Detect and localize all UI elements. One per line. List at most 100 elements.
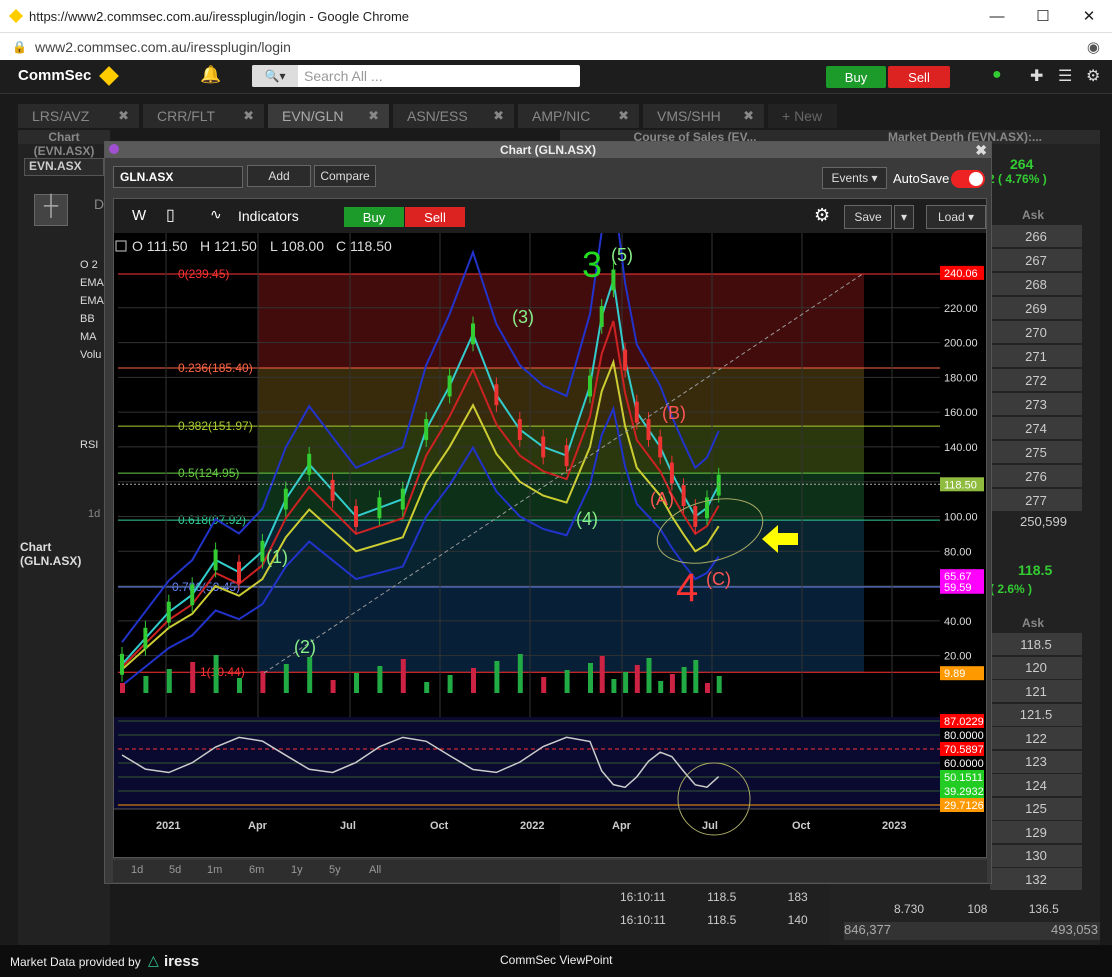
volume-bar [166,669,172,693]
price-chart[interactable]: 0(239.45) 0.236(185.40) 0.382(151.97) 0.5(1… [114,233,986,857]
gear-icon[interactable]: ⚙ [814,205,830,226]
search-icon[interactable]: 🔍▾ [252,65,298,87]
range-1m[interactable]: 1m [207,864,222,876]
lightbulb-icon[interactable]: ● [992,66,1002,84]
candle-body [541,436,546,458]
ask-price-cell[interactable]: 276 [990,465,1082,487]
symbol-input[interactable]: GLN.ASX [113,166,243,188]
eye-icon[interactable]: ◉ [1087,38,1100,56]
ask-price-cell[interactable]: 269 [990,297,1082,319]
ask-price-cell[interactable]: 270 [990,321,1082,343]
ask-price-cell[interactable]: 271 [990,345,1082,367]
close-window-icon[interactable]: ✖ [975,142,987,159]
range-1d[interactable]: 1d [88,508,100,520]
autosave-toggle[interactable] [951,170,985,188]
ask-price-cell[interactable]: 130 [990,844,1082,867]
buy-button[interactable]: Buy [826,66,886,88]
chart-area[interactable]: W ▯ ∿ Indicators Buy Sell ⚙ Save ▾ Load … [113,198,987,858]
candlestick-icon[interactable]: ▯ [166,205,175,225]
ask-price-cell[interactable]: 277 [990,489,1082,511]
ask-price-cell[interactable]: 118.5 [990,633,1082,655]
y-tick-label: 220.00 [944,303,978,315]
tab-new[interactable]: + New [768,104,838,128]
tab-vms-shh[interactable]: VMS/SHH ✖ [643,104,765,128]
ask-price-cell[interactable]: 120 [990,656,1082,679]
ask-price-cell[interactable]: 266 [990,225,1082,247]
range-5d[interactable]: 5d [169,864,181,876]
symbol-field[interactable]: EVN.ASX [24,158,104,176]
x-tick-label: Oct [430,820,449,832]
address-bar[interactable]: 🔒 www2.commsec.com.au/iressplugin/login … [0,32,1112,60]
ask-price-cell[interactable]: 121.5 [990,703,1082,726]
tab-evn-gln[interactable]: EVN/GLN ✖ [268,104,390,128]
url-text[interactable]: www2.commsec.com.au/iressplugin/login [35,39,291,55]
tab-lrs-avz[interactable]: LRS/AVZ ✖ [18,104,140,128]
candle-body [283,488,288,510]
sell-button[interactable]: Sell [888,66,950,88]
candle-body [400,488,405,510]
interval-selector[interactable]: W [132,207,146,224]
iress-brand: iress [164,953,200,970]
add-button[interactable]: Add [247,165,311,187]
bell-icon[interactable]: 🔔 [200,65,221,85]
candle-body [260,540,265,562]
ask-price-cell[interactable]: 274 [990,417,1082,439]
brand-logo[interactable]: CommSec [18,67,91,84]
tab-crr-flt[interactable]: CRR/FLT ✖ [143,104,265,128]
ask-price-cell[interactable]: 124 [990,774,1082,796]
tab-amp-nic[interactable]: AMP/NIC ✖ [518,104,640,128]
indicators-button[interactable]: Indicators [238,208,299,224]
ask-price-cell[interactable]: 268 [990,273,1082,295]
wave-label: (C) [706,569,731,589]
partial-label: D [94,196,105,212]
range-6m[interactable]: 6m [249,864,264,876]
minimize-icon[interactable]: — [974,0,1020,32]
volume-bar [634,665,640,693]
close-icon[interactable]: ✕ [1066,0,1112,32]
tab-asn-ess[interactable]: ASN/ESS ✖ [393,104,515,128]
volume-bar [705,683,710,693]
settings-icon[interactable]: ⚙ [1086,66,1100,86]
wave-label: 4 [676,566,698,610]
maximize-icon[interactable]: ☐ [1020,0,1066,32]
ask-price-cell[interactable]: 267 [990,249,1082,271]
ask-price-cell[interactable]: 125 [990,797,1082,820]
ask-price-cell[interactable]: 275 [990,441,1082,463]
compare-button[interactable]: Compare [314,165,376,187]
table-row: 8.730 108 136.5 [894,902,1059,916]
close-tab-icon[interactable]: ✖ [243,108,254,124]
range-1y[interactable]: 1y [291,864,303,876]
volume-bar [237,678,242,693]
close-tab-icon[interactable]: ✖ [493,108,504,124]
ask-price-cell[interactable]: 121 [990,680,1082,702]
indicators-icon[interactable]: ∿ [210,206,222,223]
ask-price-cell[interactable]: 273 [990,393,1082,415]
link-color-icon[interactable] [109,144,119,154]
range-1d[interactable]: 1d [131,864,143,876]
load-dropdown[interactable]: Load ▾ [926,205,986,229]
ask-price-cell[interactable]: 122 [990,727,1082,749]
ask-price-cell[interactable]: 272 [990,369,1082,391]
candle-body [494,384,499,406]
save-button[interactable]: Save [844,205,892,229]
events-dropdown[interactable]: Events ▾ [822,167,887,189]
menu-icon[interactable]: ☰ [1058,66,1072,86]
close-tab-icon[interactable]: ✖ [743,108,754,124]
volume-bar [283,664,289,693]
close-tab-icon[interactable]: ✖ [118,108,129,124]
range-5y[interactable]: 5y [329,864,341,876]
save-options-chevron-icon[interactable]: ▾ [894,205,914,229]
range-all[interactable]: All [369,864,381,876]
close-tab-icon[interactable]: ✖ [618,108,629,124]
ask-price-cell[interactable]: 129 [990,821,1082,843]
add-icon[interactable]: ✚ [1030,66,1043,86]
chart-sell-button[interactable]: Sell [405,207,465,227]
x-tick-label: 2023 [882,820,906,832]
ask-price-cell[interactable]: 123 [990,750,1082,773]
volume-bar [447,675,453,693]
crosshair-tool-icon[interactable]: ┼ [34,194,68,226]
ask-price-cell[interactable]: 132 [990,868,1082,890]
search-input[interactable]: 🔍▾ Search All ... [252,65,580,87]
close-tab-icon[interactable]: ✖ [368,108,379,124]
chart-buy-button[interactable]: Buy [344,207,404,227]
